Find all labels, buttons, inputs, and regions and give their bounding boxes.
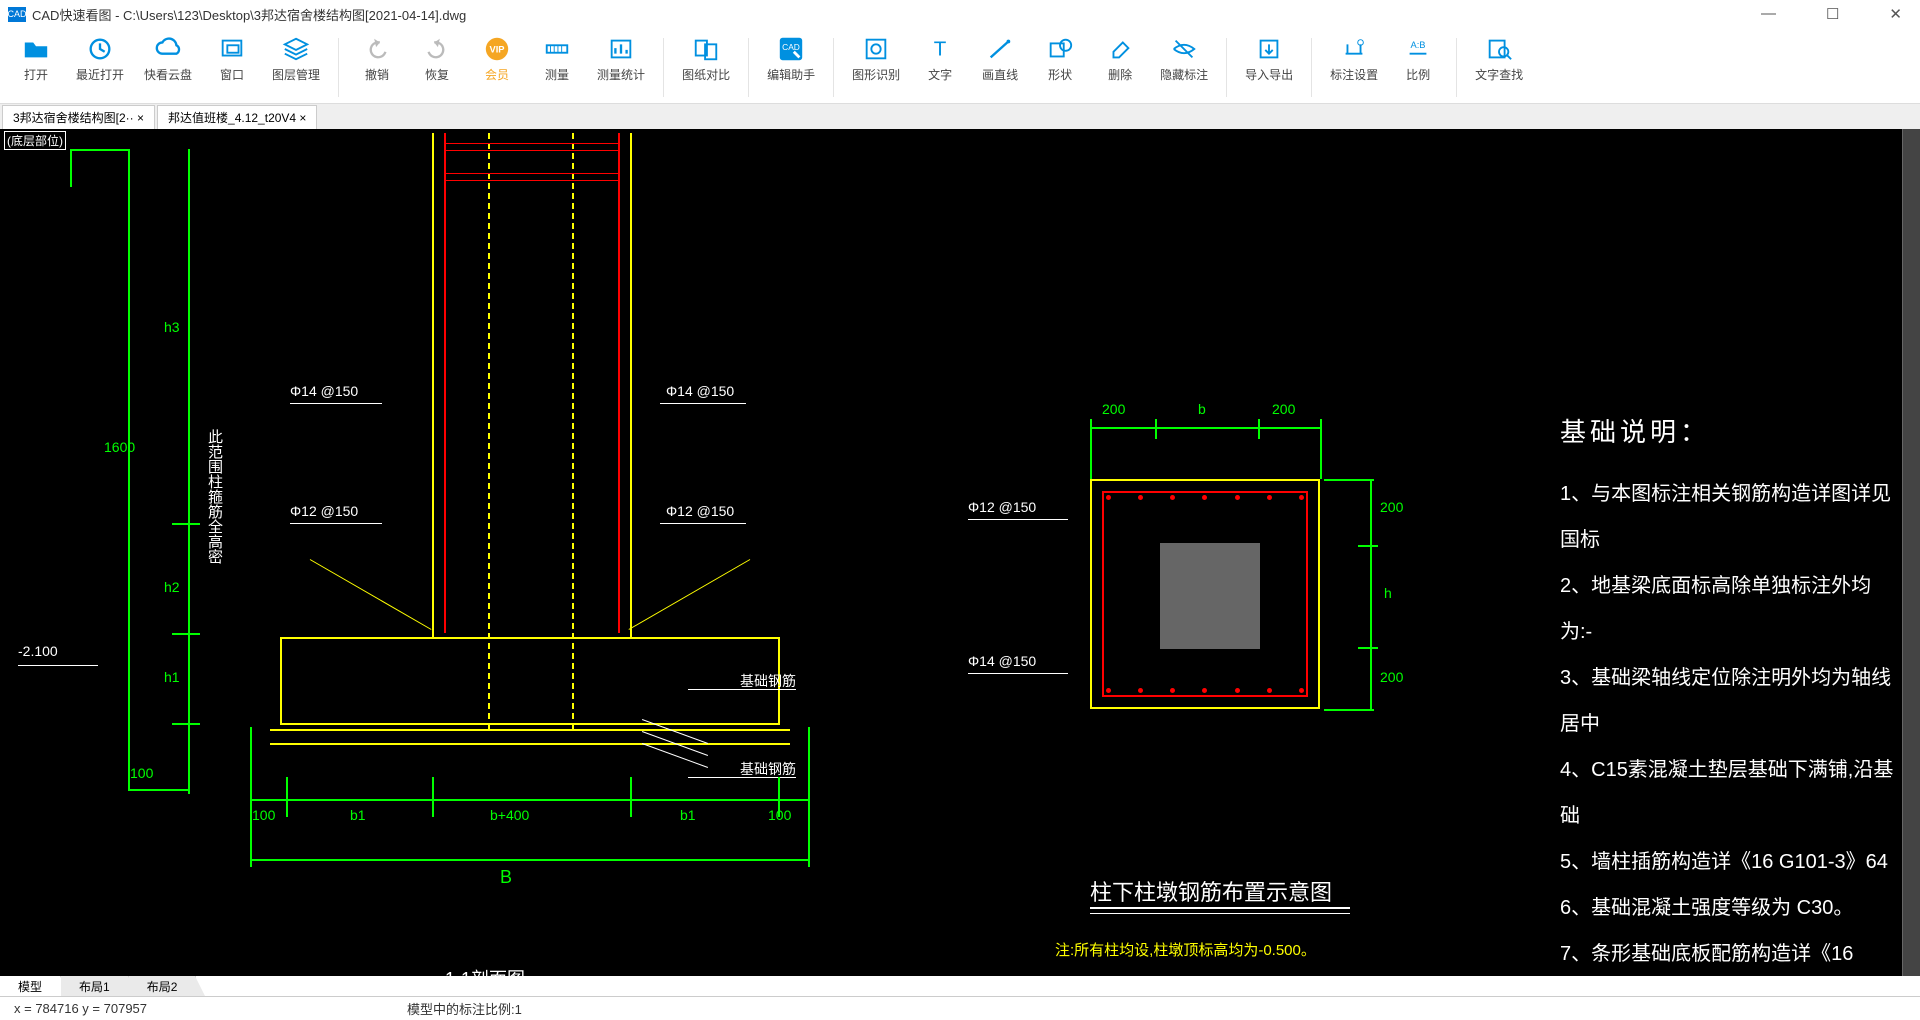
toolbar-shape[interactable]: 形状 bbox=[1034, 32, 1086, 103]
editaid-icon: CAD bbox=[775, 34, 807, 64]
toolbar-vip[interactable]: VIP会员 bbox=[471, 32, 523, 103]
recent-icon bbox=[84, 34, 116, 64]
minimize-button[interactable]: — bbox=[1751, 5, 1786, 23]
open-icon bbox=[20, 34, 52, 64]
status-bar: x = 784716 y = 707957 模型中的标注比例:1 bbox=[0, 996, 1920, 1020]
description-block: 基础说明： 1、与本图标注相关钢筋构造详图详见国标2、地基梁底面标高除单独标注外… bbox=[1560, 409, 1900, 976]
layout-tabs: 模型布局1布局2 bbox=[0, 976, 1920, 996]
scrollbar[interactable] bbox=[1902, 129, 1920, 976]
hide-icon bbox=[1168, 34, 1200, 64]
toolbar-editaid[interactable]: CAD编辑助手 bbox=[761, 32, 821, 103]
toolbar-measure[interactable]: 测量 bbox=[531, 32, 583, 103]
svg-text:A:B: A:B bbox=[1411, 40, 1426, 50]
plan-note: 注:所有柱均设,柱墩顶标高均为-0.500。 bbox=[1055, 939, 1316, 960]
toolbar-undo[interactable]: 撤销 bbox=[351, 32, 403, 103]
corner-label: (底层部位) bbox=[4, 131, 66, 150]
rebar-right-2: Φ12 @150 bbox=[666, 503, 734, 519]
elevation-label: -2.100 bbox=[18, 643, 58, 659]
toolbar-recent[interactable]: 最近打开 bbox=[70, 32, 130, 103]
measure-icon bbox=[541, 34, 573, 64]
text-icon: T bbox=[924, 34, 956, 64]
toolbar-text[interactable]: T文字 bbox=[914, 32, 966, 103]
bdim-0: 100 bbox=[252, 807, 275, 823]
maximize-button[interactable]: ☐ bbox=[1816, 5, 1849, 23]
bdim-2: b+400 bbox=[490, 807, 529, 823]
plan-top-2: 200 bbox=[1272, 401, 1295, 417]
find-icon bbox=[1483, 34, 1515, 64]
plan-right-0: 200 bbox=[1380, 499, 1403, 515]
window-icon bbox=[216, 34, 248, 64]
plan-rebar-2: Φ14 @150 bbox=[968, 653, 1036, 669]
toolbar-shaperec[interactable]: 图形识别 bbox=[846, 32, 906, 103]
layout-tab[interactable]: 布局2 bbox=[129, 976, 197, 996]
rebar-right-1: Φ14 @150 bbox=[666, 383, 734, 399]
scale-readout: 模型中的标注比例:1 bbox=[407, 999, 522, 1018]
toolbar-hide[interactable]: 隐藏标注 bbox=[1154, 32, 1214, 103]
toolbar-erase[interactable]: 删除 bbox=[1094, 32, 1146, 103]
section-title: 1-1剖面图 bbox=[445, 965, 525, 976]
svg-text:T: T bbox=[934, 38, 947, 61]
toolbar: 打开最近打开快看云盘窗口图层管理撤销恢复VIP会员测量测量统计图纸对比 CAD编辑… bbox=[0, 28, 1920, 104]
toolbar-layers[interactable]: 图层管理 bbox=[266, 32, 326, 103]
plan-top-0: 200 bbox=[1102, 401, 1125, 417]
app-icon: CAD bbox=[8, 7, 26, 22]
vertical-caption: 此范围柱箍筋全高密 bbox=[204, 429, 225, 564]
rebar-left-1: Φ14 @150 bbox=[290, 383, 358, 399]
line-icon bbox=[984, 34, 1016, 64]
toolbar-dimset[interactable]: 标注设置 bbox=[1324, 32, 1384, 103]
bdim-total: B bbox=[500, 867, 512, 888]
toolbar-compare[interactable]: 图纸对比 bbox=[676, 32, 736, 103]
bdim-3: b1 bbox=[680, 807, 696, 823]
doc-tabs: 3邦达宿舍楼结构图[2·· ×邦达值班楼_4.12_t20V4 × bbox=[0, 104, 1920, 129]
dimset-icon bbox=[1338, 34, 1370, 64]
erase-icon bbox=[1104, 34, 1136, 64]
toolbar-cloud[interactable]: 快看云盘 bbox=[138, 32, 198, 103]
shape-icon bbox=[1044, 34, 1076, 64]
toolbar-iexport[interactable]: 导入导出 bbox=[1239, 32, 1299, 103]
redo-icon bbox=[421, 34, 453, 64]
compare-icon bbox=[690, 34, 722, 64]
doc-tab[interactable]: 邦达值班楼_4.12_t20V4 × bbox=[157, 105, 317, 129]
dim-h3: h3 bbox=[164, 319, 180, 335]
toolbar-open[interactable]: 打开 bbox=[10, 32, 62, 103]
mstats-icon bbox=[605, 34, 637, 64]
dim-1600: 1600 bbox=[104, 439, 135, 455]
svg-text:VIP: VIP bbox=[490, 45, 505, 55]
dim-h1: h1 bbox=[164, 669, 180, 685]
shaperec-icon bbox=[860, 34, 892, 64]
foot-label-1: 基础钢筋 bbox=[740, 671, 796, 691]
layout-tab[interactable]: 模型 bbox=[0, 976, 61, 996]
plan-top-1: b bbox=[1198, 401, 1206, 417]
toolbar-scale[interactable]: A:B比例 bbox=[1392, 32, 1444, 103]
undo-icon bbox=[361, 34, 393, 64]
toolbar-mstats[interactable]: 测量统计 bbox=[591, 32, 651, 103]
toolbar-find[interactable]: 文字查找 bbox=[1469, 32, 1529, 103]
scale-icon: A:B bbox=[1402, 34, 1434, 64]
toolbar-window[interactable]: 窗口 bbox=[206, 32, 258, 103]
app-title: CAD快速看图 - C:\Users\123\Desktop\3邦达宿舍楼结构图… bbox=[32, 5, 466, 24]
toolbar-line[interactable]: 画直线 bbox=[974, 32, 1026, 103]
iexport-icon bbox=[1253, 34, 1285, 64]
layers-icon bbox=[280, 34, 312, 64]
bdim-1: b1 bbox=[350, 807, 366, 823]
toolbar-redo[interactable]: 恢复 bbox=[411, 32, 463, 103]
doc-tab[interactable]: 3邦达宿舍楼结构图[2·· × bbox=[2, 105, 155, 129]
dim-100b: 100 bbox=[130, 765, 153, 781]
title-bar: CAD CAD快速看图 - C:\Users\123\Desktop\3邦达宿舍… bbox=[0, 0, 1920, 28]
cloud-icon bbox=[152, 34, 184, 64]
foot-label-2: 基础钢筋 bbox=[740, 759, 796, 779]
plan-right-1: h bbox=[1384, 585, 1392, 601]
svg-text:CAD: CAD bbox=[782, 42, 800, 52]
coords-readout: x = 784716 y = 707957 bbox=[14, 1001, 147, 1016]
layout-tab[interactable]: 布局1 bbox=[61, 976, 129, 996]
dim-h2: h2 bbox=[164, 579, 180, 595]
rebar-left-2: Φ12 @150 bbox=[290, 503, 358, 519]
vip-icon: VIP bbox=[481, 34, 513, 64]
plan-right-2: 200 bbox=[1380, 669, 1403, 685]
close-button[interactable]: ✕ bbox=[1879, 5, 1912, 23]
drawing-canvas[interactable]: (底层部位) 1600 100 h3 h2 h1 此范围柱箍筋全高密 -2.10… bbox=[0, 129, 1920, 976]
plan-title: 柱下柱墩钢筋布置示意图 bbox=[1090, 875, 1332, 907]
plan-rebar-1: Φ12 @150 bbox=[968, 499, 1036, 515]
